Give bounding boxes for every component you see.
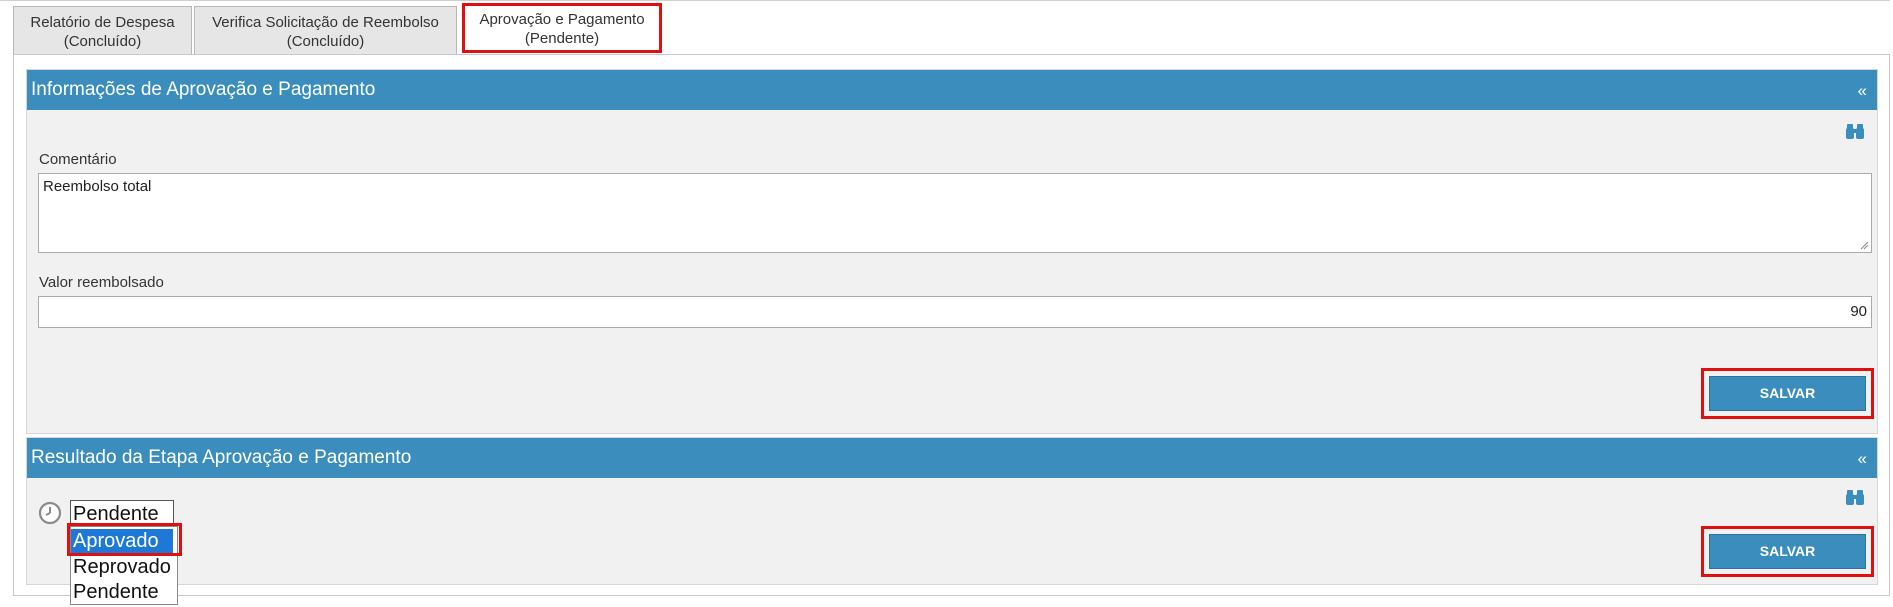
result-save-button[interactable]: SALVAR [1709, 534, 1866, 569]
tab-label-line1: Verifica Solicitação de Reembolso [212, 14, 439, 31]
status-select-value: Pendente [73, 503, 159, 525]
tab-label-line2: (Concluído) [286, 33, 365, 50]
binoculars-icon[interactable] [1845, 488, 1865, 506]
binoculars-icon[interactable] [1845, 122, 1865, 140]
tabs-top-border [0, 0, 1890, 3]
resize-grip-icon[interactable] [1859, 240, 1869, 250]
comment-value: Reembolso total [43, 178, 152, 195]
amount-value: 90 [1850, 303, 1867, 320]
status-option-reprovado[interactable]: Reprovado [73, 555, 171, 580]
amount-label: Valor reembolsado [39, 274, 164, 291]
tab-relatorio-de-despesa[interactable]: Relatório de Despesa (Concluído) [13, 6, 192, 54]
status-option-pendente[interactable]: Pendente [73, 580, 159, 605]
comment-textarea[interactable]: Reembolso total [38, 173, 1872, 253]
approval-section-title: Informações de Aprovação e Pagamento [31, 79, 376, 100]
tab-label-line2: (Pendente) [524, 30, 600, 47]
collapse-icon[interactable]: « [1858, 438, 1867, 480]
result-save-button-highlight: SALVAR [1701, 526, 1874, 577]
save-button-highlight: SALVAR [1701, 368, 1874, 419]
save-button[interactable]: SALVAR [1709, 376, 1866, 411]
clock-icon [38, 501, 62, 525]
collapse-icon[interactable]: « [1858, 70, 1867, 112]
result-section-header[interactable]: Resultado da Etapa Aprovação e Pagamento… [27, 438, 1877, 478]
result-section-title: Resultado da Etapa Aprovação e Pagamento [31, 447, 412, 468]
result-section: Resultado da Etapa Aprovação e Pagamento… [26, 437, 1878, 585]
tab-label-line1: Aprovação e Pagamento [479, 11, 645, 28]
tab-verifica-solicitacao[interactable]: Verifica Solicitação de Reembolso (Concl… [194, 6, 457, 54]
tab-aprovacao-e-pagamento[interactable]: Aprovação e Pagamento (Pendente) [462, 3, 662, 53]
tab-label-line2: (Concluído) [63, 33, 142, 50]
approval-info-section: Informações de Aprovação e Pagamento « C… [26, 69, 1878, 434]
amount-input[interactable]: 90 [38, 296, 1872, 328]
approval-section-header[interactable]: Informações de Aprovação e Pagamento « [27, 70, 1877, 110]
tab-label-line1: Relatório de Despesa [30, 14, 175, 31]
selected-option-highlight [67, 523, 182, 556]
comment-label: Comentário [39, 151, 117, 168]
